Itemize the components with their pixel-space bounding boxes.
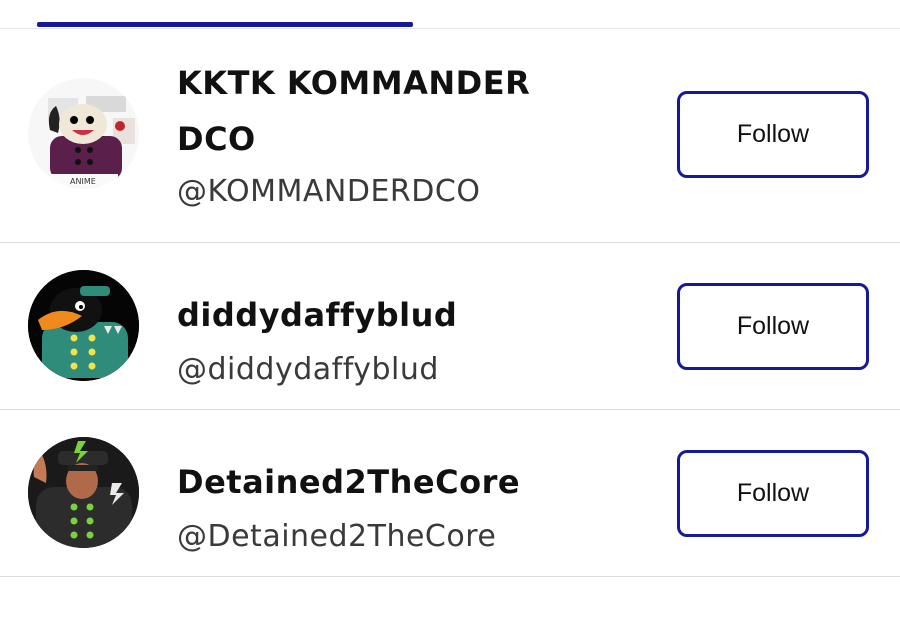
display-name: KKTK KOMMANDER (177, 64, 531, 102)
active-tab-indicator (37, 22, 413, 27)
username-handle: @diddydaffyblud (177, 352, 439, 387)
user-row[interactable]: Detained2TheCore @Detained2TheCore Follo… (0, 410, 900, 577)
display-name: Detained2TheCore (177, 463, 521, 501)
follow-button[interactable]: Follow (677, 283, 869, 370)
follow-button[interactable]: Follow (677, 450, 869, 537)
avatar[interactable]: ANIME (28, 78, 139, 189)
avatar[interactable] (28, 270, 139, 381)
avatar-text: ANIME (70, 177, 96, 186)
avatar[interactable] (28, 437, 139, 548)
display-name: diddydaffyblud (177, 296, 458, 334)
cartoon-duck-avatar-icon (28, 270, 139, 381)
user-row[interactable]: diddydaffyblud @diddydaffyblud Follow (0, 243, 900, 410)
display-name-continued: DCO (177, 120, 256, 158)
follow-button[interactable]: Follow (677, 91, 869, 178)
username-handle: @KOMMANDERDCO (177, 174, 481, 209)
cartoon-mascot-avatar-icon: ANIME (28, 78, 139, 189)
user-list: ANIME KKTK KOMMANDER DCO @KOMMANDERDCO F… (0, 29, 900, 577)
user-row[interactable]: ANIME KKTK KOMMANDER DCO @KOMMANDERDCO F… (0, 29, 900, 243)
photo-person-avatar-icon (28, 437, 139, 548)
username-handle: @Detained2TheCore (177, 519, 497, 554)
